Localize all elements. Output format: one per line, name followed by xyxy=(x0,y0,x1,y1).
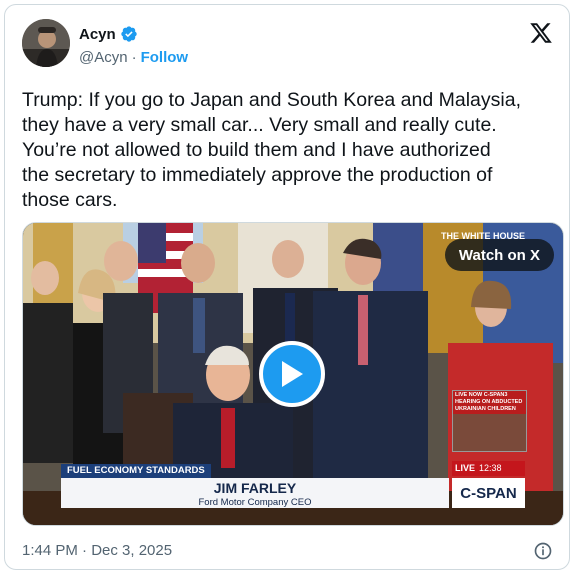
author-handle[interactable]: @Acyn xyxy=(79,49,128,66)
live-label: LIVE xyxy=(455,463,476,473)
inset-caption: LIVE NOW C-SPAN3 HEARING ON ABDUCTED UKR… xyxy=(453,391,526,414)
avatar[interactable] xyxy=(22,19,70,67)
author-handle-row: @Acyn · Follow xyxy=(79,49,188,66)
live-indicator: LIVE 12:38 xyxy=(452,461,525,476)
info-icon[interactable] xyxy=(533,541,553,561)
avatar-image xyxy=(22,19,70,67)
chyron-name: JIM FARLEY xyxy=(213,480,297,496)
verified-badge-icon xyxy=(121,26,137,42)
x-logo-icon[interactable] xyxy=(529,21,553,45)
tweet-timestamp[interactable]: 1:44 PM · Dec 3, 2025 xyxy=(22,542,172,559)
author-name-row: Acyn xyxy=(79,25,138,43)
chyron-lower-third: JIM FARLEY Ford Motor Company CEO xyxy=(61,478,449,508)
play-button[interactable] xyxy=(259,341,325,407)
chyron-title: Ford Motor Company CEO xyxy=(198,497,312,508)
follow-button[interactable]: Follow xyxy=(141,49,189,66)
chyron-topic: FUEL ECONOMY STANDARDS xyxy=(61,464,211,478)
tweet-card: Acyn @Acyn · Follow Trump: If you go to … xyxy=(4,4,570,570)
tweet-text: Trump: If you go to Japan and South Kore… xyxy=(22,89,521,211)
inset-video: LIVE NOW C-SPAN3 HEARING ON ABDUCTED UKR… xyxy=(452,390,527,452)
play-icon xyxy=(282,361,303,387)
network-logo: C-SPAN xyxy=(452,478,525,508)
separator-dot: · xyxy=(131,49,137,66)
watch-on-x-button[interactable]: Watch on X xyxy=(444,239,554,271)
live-time: 12:38 xyxy=(479,463,502,473)
author-name[interactable]: Acyn xyxy=(79,26,116,43)
video-player[interactable]: THE WHITE HOUSE Watch on X LIVE NOW C-SP… xyxy=(22,222,564,526)
